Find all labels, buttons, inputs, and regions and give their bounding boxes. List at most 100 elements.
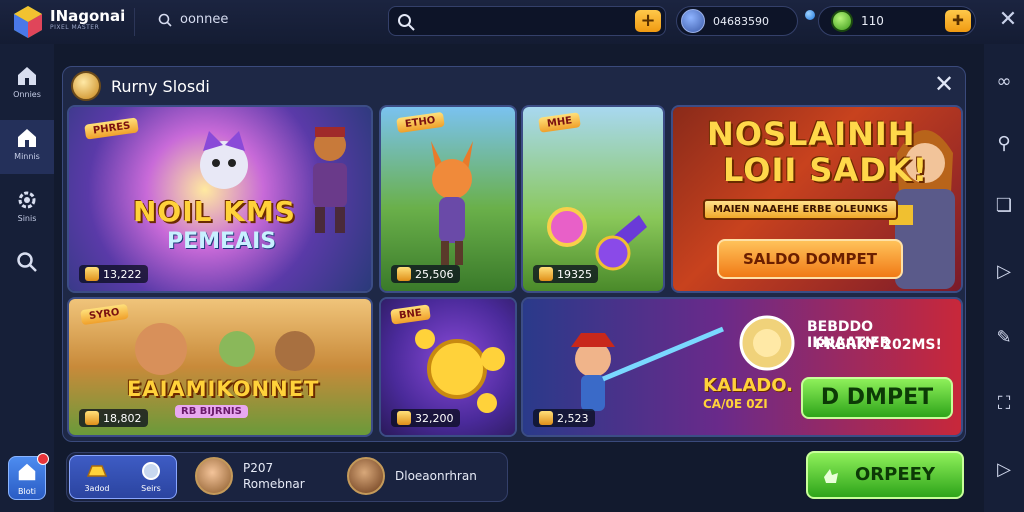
box-icon: [85, 411, 99, 425]
avatar: [681, 9, 705, 33]
panel-header: Rurny Slosdi: [71, 71, 210, 101]
player-entry[interactable]: P207 Romebnar: [195, 457, 305, 495]
pin-icon[interactable]: ⚲: [992, 132, 1016, 156]
coin-icon: [831, 10, 853, 32]
search-tab-label: oonnee: [180, 12, 229, 27]
sidebar-item-label: Sinis: [17, 214, 37, 223]
search-input[interactable]: [423, 11, 623, 31]
card-subtitle: PEMEAIS: [167, 229, 277, 254]
coins-icon: [415, 329, 505, 413]
promo-side-text-2: CA/0E 0ZI: [703, 397, 768, 411]
card-count: 32,200: [391, 409, 460, 427]
account-id: 04683590: [713, 14, 769, 28]
box-icon: [85, 267, 99, 281]
home-label: Bloti: [18, 487, 36, 496]
card-subtitle: RB BIJRNIS: [175, 405, 248, 418]
notification-dot-icon: [805, 10, 815, 20]
search-icon: [17, 252, 37, 272]
coin-balance[interactable]: 110 ✚: [818, 6, 976, 36]
promo-banner: MAIEN NAAEHE ERBE OLEUNKS: [703, 199, 899, 220]
game-card[interactable]: PHRES NOIL KMS PEMEAIS 13,222: [67, 105, 373, 293]
right-rail: ∞ ⚲ ❏ ▷ ✎ ⛶ ▷: [984, 44, 1024, 512]
saldo-dompet-button[interactable]: SALDO DOMPET: [717, 239, 903, 279]
promo-title: NOSLAINIH: [707, 115, 916, 153]
fox-character-icon: [431, 141, 473, 265]
promo-panel: Rurny Slosdi ✕ PHRES NOIL KMS PEMEAIS 13…: [62, 66, 966, 442]
coin-count: 110: [861, 14, 884, 28]
player-name: Dloeaonrhran: [395, 469, 477, 483]
sidebar-item-label: Minnis: [14, 152, 40, 161]
top-bar: INagonai PIXEL MASTER oonnee + 04683590 …: [0, 0, 1024, 44]
layers-icon[interactable]: ❏: [992, 194, 1016, 218]
gem-icon: [142, 462, 160, 480]
promo-card[interactable]: NOSLAINIH LOII SADK! MAIEN NAAEHE ERBE O…: [671, 105, 963, 293]
buy-coins-button[interactable]: ✚: [945, 10, 971, 32]
sidebar-item-search[interactable]: [0, 244, 54, 298]
promo-headline-line2: PRERKY 202MS!: [815, 337, 942, 353]
search-icon: [158, 13, 172, 27]
close-icon[interactable]: ✕: [929, 69, 959, 99]
settings-icon: [18, 191, 36, 209]
game-card[interactable]: BNE 32,200: [379, 297, 517, 437]
bottom-bar: 3adod Seirs P207 Romebnar Dloeaonrhran: [66, 452, 508, 502]
box-icon: [539, 267, 553, 281]
home-icon: [18, 67, 36, 85]
character-icon: [313, 127, 347, 233]
player-name: P207: [243, 461, 274, 475]
card-count: 13,222: [79, 265, 148, 283]
home-button[interactable]: Bloti: [8, 453, 49, 500]
card-title: NOIL KMS: [133, 195, 296, 228]
next-icon[interactable]: ▷: [992, 458, 1016, 482]
gamepad-icon[interactable]: ∞: [992, 70, 1016, 94]
brand: INagonai PIXEL MASTER: [50, 8, 125, 31]
orpeey-button[interactable]: ORPEEY: [806, 451, 964, 499]
box-icon: [397, 411, 411, 425]
app-subtitle: PIXEL MASTER: [50, 24, 100, 31]
play-icon[interactable]: ▷: [992, 260, 1016, 284]
search-tab[interactable]: oonnee: [158, 12, 228, 27]
avatar: [347, 457, 385, 495]
edit-icon[interactable]: ✎: [992, 326, 1016, 350]
trophy-icon: [739, 315, 795, 371]
account-chip[interactable]: 04683590: [676, 6, 798, 36]
card-count: 18,802: [79, 409, 148, 427]
sidebar: Onnies Minnis Sinis: [0, 44, 54, 512]
quick-action-seirs[interactable]: Seirs: [126, 460, 176, 493]
promo-card[interactable]: BEBDDO IKNAATIER PRERKY 202MS! KALADO. C…: [521, 297, 963, 437]
quick-actions: 3adod Seirs: [69, 455, 177, 499]
card-count: 25,506: [391, 265, 460, 283]
expand-icon[interactable]: ⛶: [992, 392, 1016, 416]
gold-bar-icon: [86, 465, 108, 477]
game-card[interactable]: SYRO EAIAMIKONNET RB BIJRNIS 18,802: [67, 297, 373, 437]
search-icon: [398, 14, 415, 31]
home-icon: [18, 129, 36, 147]
add-button[interactable]: +: [635, 10, 661, 32]
close-icon[interactable]: ✕: [994, 6, 1022, 34]
search-box[interactable]: +: [388, 6, 666, 36]
promo-side-text: KALADO.: [703, 375, 793, 396]
home-icon: [18, 463, 36, 481]
character-icon: [200, 131, 248, 189]
sidebar-item-onnies[interactable]: Onnies: [0, 58, 54, 112]
hand-icon: [824, 469, 838, 483]
dompet-button[interactable]: D DMPET: [801, 377, 953, 419]
app-logo-icon[interactable]: [10, 4, 46, 40]
card-count: 2,523: [533, 409, 595, 427]
characters-icon: [135, 323, 315, 375]
quick-action-3adod[interactable]: 3adod: [72, 460, 122, 493]
game-card[interactable]: ETHO 25,506: [379, 105, 517, 293]
avatar: [195, 457, 233, 495]
sidebar-item-sinis[interactable]: Sinis: [0, 182, 54, 236]
app-name: INagonai: [50, 7, 126, 25]
player-entry[interactable]: Dloeaonrhran: [347, 457, 477, 495]
game-card[interactable]: MHE 19325: [521, 105, 665, 293]
promo-title-line2: LOII SADK!: [723, 151, 929, 189]
card-count: 19325: [533, 265, 598, 283]
box-icon: [397, 267, 411, 281]
sidebar-item-minnis[interactable]: Minnis: [0, 120, 54, 174]
player-sub: Romebnar: [243, 477, 305, 491]
sidebar-item-label: Onnies: [13, 90, 41, 99]
box-icon: [539, 411, 553, 425]
card-title: EAIAMIKONNET: [127, 377, 320, 401]
panel-logo-icon: [71, 71, 101, 101]
